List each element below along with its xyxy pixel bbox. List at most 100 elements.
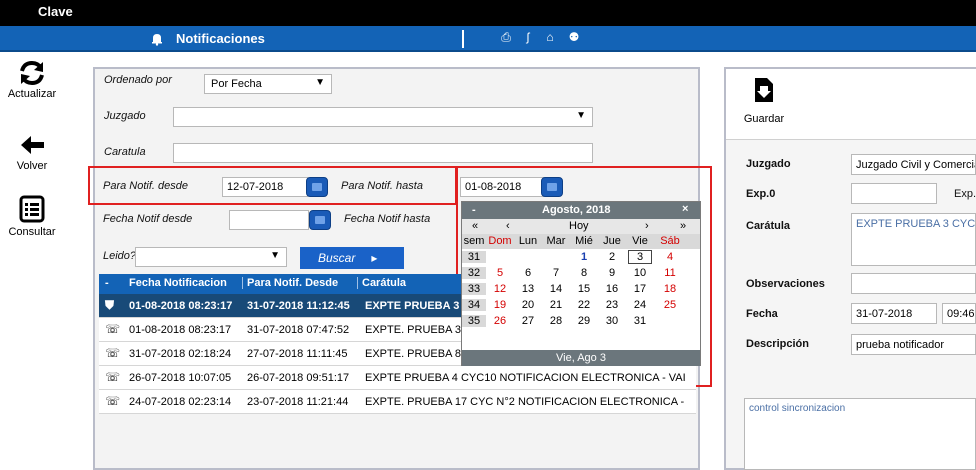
calendar-icon[interactable] [306, 177, 328, 197]
calendar-icon[interactable] [541, 177, 563, 197]
juzgado-select[interactable]: ▼ [173, 107, 593, 127]
calendar-day[interactable]: 24 [628, 299, 652, 311]
table-row[interactable]: ☏ 26-07-2018 10:07:05 26-07-2018 09:51:17 E… [99, 366, 696, 390]
prev-month-button[interactable]: ‹ [506, 220, 510, 232]
guardar-label: Guardar [743, 113, 785, 125]
bell-icon: ☏ [105, 370, 121, 384]
calendar-dow: Mié [575, 235, 593, 247]
calendar-day[interactable]: 30 [600, 315, 624, 327]
prev-year-button[interactable]: « [472, 220, 478, 232]
calendar-day[interactable]: 19 [488, 299, 512, 311]
guardar-button[interactable]: Guardar [736, 76, 792, 125]
sync-icon[interactable]: ʃ [520, 30, 536, 44]
calendar-week-number: 31 [462, 251, 486, 263]
calendar-day[interactable]: 23 [600, 299, 624, 311]
calendar-day[interactable]: 10 [628, 267, 652, 279]
cell-fecha: 26-07-2018 10:07:05 [129, 372, 232, 384]
consultar-button[interactable]: Consultar [0, 194, 64, 238]
refresh-button[interactable]: Actualizar [0, 58, 64, 100]
calendar-day[interactable]: 12 [488, 283, 512, 295]
calendar-day[interactable]: 18 [658, 283, 682, 295]
app-title: Clave [38, 4, 73, 19]
descripcion-field[interactable]: prueba notificador [851, 334, 976, 355]
calendar-day[interactable]: 5 [488, 267, 512, 279]
date-picker[interactable]: - Agosto, 2018 × « ‹ Hoy › » sem Dom Lun Ma… [461, 201, 701, 366]
calendar-day[interactable]: 6 [516, 267, 540, 279]
calendar-day[interactable]: 22 [572, 299, 596, 311]
calendar-week-number: 34 [462, 299, 486, 311]
calendar-day[interactable]: 8 [572, 267, 596, 279]
arrow-left-icon [21, 136, 44, 154]
calendar-day[interactable]: 21 [544, 299, 568, 311]
observaciones-field[interactable] [851, 273, 976, 294]
calendar-day[interactable]: 13 [516, 283, 540, 295]
observaciones-label: Observaciones [746, 278, 825, 290]
calendar-week-row: 34 19 20 21 22 23 24 25 [462, 298, 700, 313]
calendar-day[interactable]: 4 [658, 251, 682, 263]
control-textarea[interactable]: control sincronizacion [744, 398, 976, 470]
home-icon[interactable]: ⌂ [542, 30, 558, 44]
hasta-label: Para Notif. hasta [341, 180, 423, 192]
fecha-detail-label: Fecha [746, 308, 778, 320]
caratula-detail-field[interactable]: EXPTE PRUEBA 3 CYC [851, 213, 976, 266]
table-row[interactable]: ☏ 24-07-2018 02:23:14 23-07-2018 11:21:44 E… [99, 390, 696, 414]
cell-desde: 23-07-2018 11:21:44 [247, 396, 349, 408]
juzgado-label: Juzgado [104, 110, 146, 122]
calendar-day[interactable]: 28 [544, 315, 568, 327]
caratula-detail-label: Carátula [746, 220, 791, 232]
hora-detail-field[interactable]: 09:46 [942, 303, 976, 324]
bell-icon: ☏ [105, 394, 121, 408]
calendar-day[interactable]: 3 [628, 250, 652, 264]
hasta-input[interactable]: 01-08-2018 [460, 177, 546, 197]
calendar-dow: Lun [518, 235, 538, 247]
calendar-day[interactable]: 2 [600, 251, 624, 263]
ordenado-label: Ordenado por [104, 74, 172, 86]
calendar-icon[interactable] [309, 210, 331, 230]
sidebar-item-label: Consultar [8, 226, 56, 238]
next-month-button[interactable]: › [645, 220, 649, 232]
today-button[interactable]: Hoy [569, 220, 589, 232]
logout-user-icon[interactable]: ⚉ [566, 30, 582, 44]
desde-input[interactable]: 12-07-2018 [222, 177, 308, 197]
fecha-desde-label: Fecha Notif desde [103, 213, 193, 225]
fecha-desde-input[interactable] [229, 210, 309, 230]
calendar-day[interactable]: 14 [544, 283, 568, 295]
column-header[interactable]: Carátula [357, 277, 406, 289]
caratula-input[interactable] [173, 143, 593, 163]
buscar-button[interactable]: Buscar ▸ [300, 247, 404, 269]
calendar-dow: Jue [603, 235, 621, 247]
close-icon[interactable]: × [682, 203, 688, 215]
calendar-day[interactable]: 27 [516, 315, 540, 327]
ordenado-select[interactable]: Por Fecha ▼ [204, 74, 332, 94]
calendar-day[interactable]: 31 [628, 315, 652, 327]
calendar-day[interactable]: 9 [600, 267, 624, 279]
fecha-detail-field[interactable]: 31-07-2018 [851, 303, 937, 324]
next-year-button[interactable]: » [680, 220, 686, 232]
calendar-day[interactable]: 29 [572, 315, 596, 327]
calendar-day[interactable]: 1 [572, 251, 596, 263]
calendar-day[interactable]: 16 [600, 283, 624, 295]
calendar-day[interactable]: 15 [572, 283, 596, 295]
sidebar-item-label: Volver [16, 160, 48, 172]
leido-select[interactable]: ▼ [135, 247, 287, 267]
juzgado-detail-field[interactable]: Juzgado Civil y Comercial [851, 154, 976, 175]
calendar-day[interactable]: 25 [658, 299, 682, 311]
page-title: Notificaciones [176, 31, 265, 46]
column-header: - [105, 277, 109, 289]
calendar-dow: Mar [546, 235, 566, 247]
calendar-day[interactable]: 7 [544, 267, 568, 279]
exp0-field[interactable] [851, 183, 937, 204]
calendar-day[interactable]: 17 [628, 283, 652, 295]
calendar-dash[interactable]: - [472, 204, 476, 216]
play-icon: ▸ [371, 251, 378, 265]
chevron-down-icon: ▼ [270, 250, 280, 261]
calendar-day[interactable]: 11 [658, 267, 682, 279]
back-button[interactable]: Volver [0, 130, 64, 172]
column-header[interactable]: Fecha Notificacion [129, 277, 227, 289]
calendar-day[interactable]: 20 [516, 299, 540, 311]
calendar-week-number: 35 [462, 315, 486, 327]
refresh-icon [20, 60, 44, 86]
column-header[interactable]: Para Notif. Desde [242, 277, 338, 289]
print-icon[interactable]: ⎙ [498, 30, 514, 45]
calendar-day[interactable]: 26 [488, 315, 512, 327]
